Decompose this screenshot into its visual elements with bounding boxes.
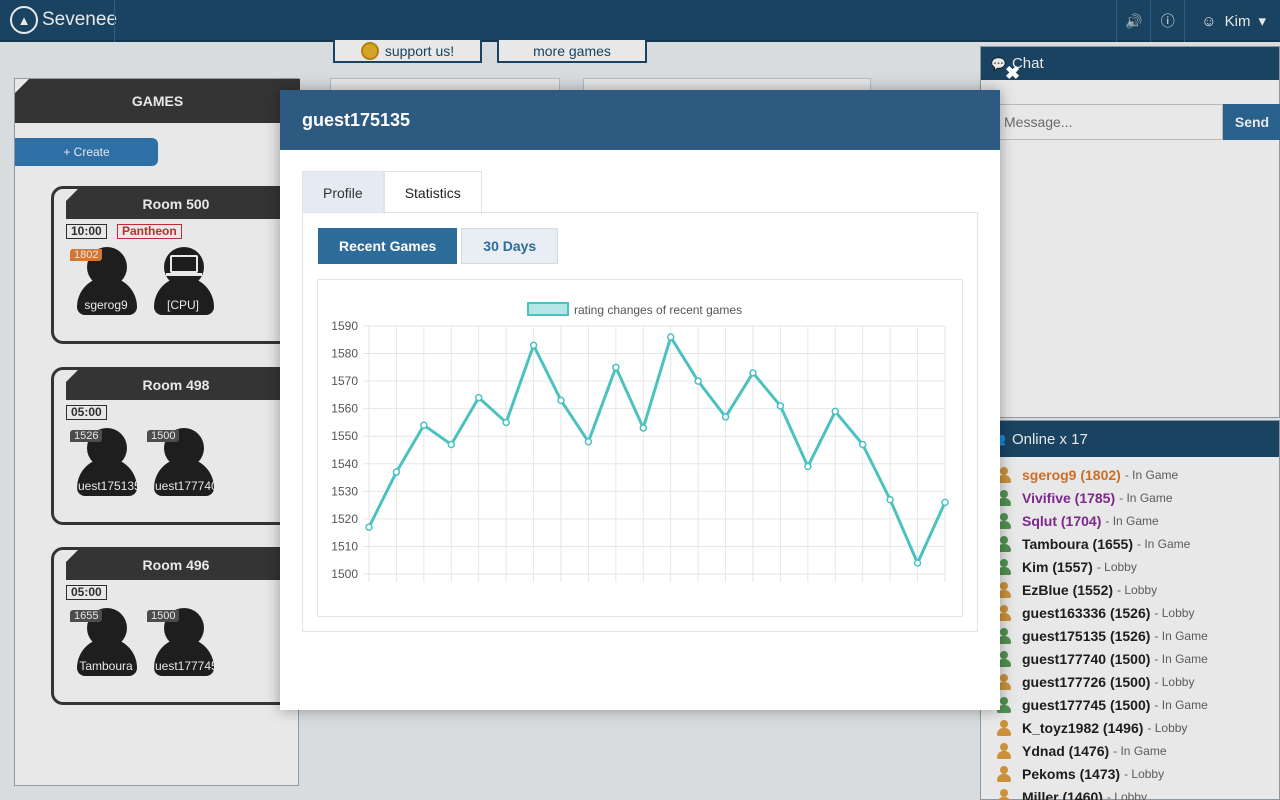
close-icon[interactable]: ✖ <box>1005 64 1020 82</box>
y-tick-label: 1530 <box>331 484 358 498</box>
data-point <box>447 440 456 449</box>
y-tick-label: 1510 <box>331 539 358 553</box>
tab-profile[interactable]: Profile <box>302 171 384 213</box>
y-tick-label: 1540 <box>331 457 358 471</box>
data-point <box>557 396 565 405</box>
tab-statistics[interactable]: Statistics <box>383 171 482 214</box>
data-point <box>776 402 785 410</box>
modal-title: guest175135 <box>280 90 1000 150</box>
data-point <box>392 468 401 476</box>
y-tick-label: 1590 <box>331 319 358 333</box>
data-point <box>941 498 949 507</box>
data-point <box>858 440 867 449</box>
data-point <box>831 407 840 416</box>
data-point <box>612 363 620 372</box>
y-tick-label: 1520 <box>331 512 358 526</box>
data-point <box>694 377 702 385</box>
statistics-pane: Recent Games 30 Days 1590 1580 1570 1560 155… <box>302 212 978 632</box>
data-point <box>474 393 483 402</box>
player-stats-modal: guest175135 Profile Statistics Recent Ga… <box>280 90 1000 710</box>
legend-swatch <box>527 302 569 316</box>
data-point <box>529 341 538 350</box>
rating-line-chart: 1590 1580 1570 1560 1550 1540 1530 1520 1510 1500… <box>331 302 949 582</box>
data-point <box>639 424 648 432</box>
y-tick-label: 1570 <box>331 374 358 388</box>
data-point <box>804 462 812 471</box>
series-line <box>367 335 947 565</box>
y-tick-label: 1560 <box>331 402 358 416</box>
y-tick-label: 1550 <box>331 429 358 443</box>
data-point <box>584 437 593 446</box>
rating-chart-container: 1590 1580 1570 1560 1550 1540 1530 1520 1510 1500… <box>317 279 963 617</box>
y-tick-label: 1500 <box>331 567 358 581</box>
data-point <box>886 495 894 504</box>
y-tick-label: 1580 <box>331 347 358 361</box>
data-point <box>913 559 922 567</box>
data-point <box>749 369 757 377</box>
data-point <box>666 333 675 341</box>
thirty-days-button[interactable]: 30 Days <box>461 228 559 264</box>
data-point <box>420 421 428 429</box>
data-point <box>365 523 373 531</box>
data-point <box>502 418 510 427</box>
recent-games-button[interactable]: Recent Games <box>318 228 458 264</box>
legend-label: rating changes of recent games <box>574 303 742 317</box>
data-point <box>721 413 730 421</box>
modal-tabs: Profile Statistics <box>302 171 482 214</box>
